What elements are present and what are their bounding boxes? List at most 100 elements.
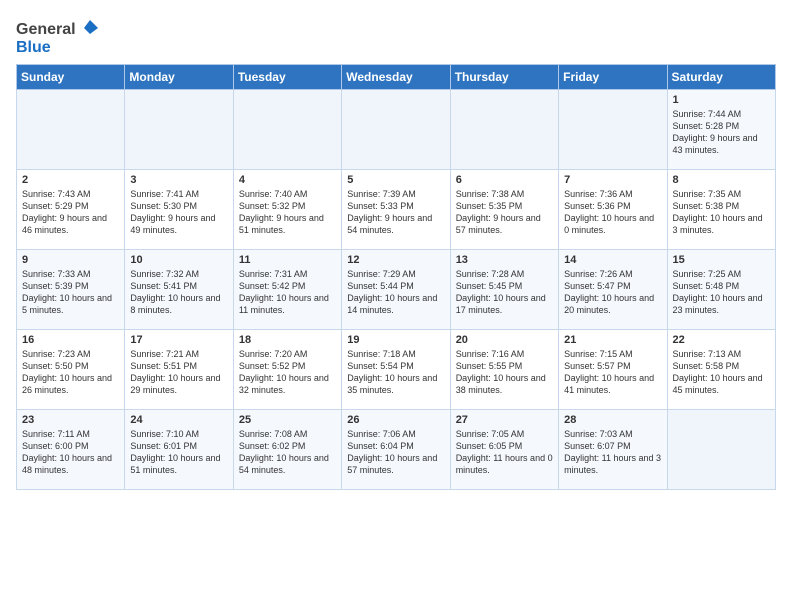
- calendar-cell: 6 Sunrise: 7:38 AM Sunset: 5:35 PM Daylig…: [450, 170, 558, 250]
- day-info: Sunrise: 7:36 AM Sunset: 5:36 PM Dayligh…: [564, 188, 661, 237]
- calendar-cell: [17, 90, 125, 170]
- day-info: Sunrise: 7:13 AM Sunset: 5:58 PM Dayligh…: [673, 348, 770, 397]
- day-info: Sunrise: 7:32 AM Sunset: 5:41 PM Dayligh…: [130, 268, 227, 317]
- day-info: Sunrise: 7:43 AM Sunset: 5:29 PM Dayligh…: [22, 188, 119, 237]
- calendar-cell: [559, 90, 667, 170]
- calendar-cell: 14 Sunrise: 7:26 AM Sunset: 5:47 PM Dayli…: [559, 250, 667, 330]
- weekday-header-wednesday: Wednesday: [342, 65, 450, 90]
- calendar-cell: 28Sunrise: 7:03 AM Sunset: 6:07 PM Dayli…: [559, 410, 667, 490]
- day-info: Sunrise: 7:06 AM Sunset: 6:04 PM Dayligh…: [347, 428, 444, 477]
- calendar-cell: 2 Sunrise: 7:43 AM Sunset: 5:29 PM Daylig…: [17, 170, 125, 250]
- calendar-cell: [342, 90, 450, 170]
- day-number: 20: [456, 334, 553, 346]
- calendar-cell: 13 Sunrise: 7:28 AM Sunset: 5:45 PM Dayli…: [450, 250, 558, 330]
- logo-svg: General Blue: [16, 16, 98, 58]
- calendar-cell: 10 Sunrise: 7:32 AM Sunset: 5:41 PM Dayli…: [125, 250, 233, 330]
- day-number: 6: [456, 174, 553, 186]
- day-number: 5: [347, 174, 444, 186]
- day-number: 1: [673, 94, 770, 106]
- calendar-cell: 3 Sunrise: 7:41 AM Sunset: 5:30 PM Daylig…: [125, 170, 233, 250]
- day-info: Sunrise: 7:35 AM Sunset: 5:38 PM Dayligh…: [673, 188, 770, 237]
- day-info: Sunrise: 7:28 AM Sunset: 5:45 PM Dayligh…: [456, 268, 553, 317]
- calendar-cell: [667, 410, 775, 490]
- calendar-cell: [450, 90, 558, 170]
- day-number: 18: [239, 334, 336, 346]
- day-number: 28: [564, 414, 661, 426]
- calendar-table: SundayMondayTuesdayWednesdayThursdayFrid…: [16, 64, 776, 490]
- day-number: 22: [673, 334, 770, 346]
- day-info: Sunrise: 7:39 AM Sunset: 5:33 PM Dayligh…: [347, 188, 444, 237]
- day-number: 26: [347, 414, 444, 426]
- day-info: Sunrise: 7:26 AM Sunset: 5:47 PM Dayligh…: [564, 268, 661, 317]
- day-info: Sunrise: 7:31 AM Sunset: 5:42 PM Dayligh…: [239, 268, 336, 317]
- calendar-cell: 24 Sunrise: 7:10 AM Sunset: 6:01 PM Dayli…: [125, 410, 233, 490]
- weekday-header-monday: Monday: [125, 65, 233, 90]
- day-number: 27: [456, 414, 553, 426]
- day-info: Sunrise: 7:05 AM Sunset: 6:05 PM Dayligh…: [456, 428, 553, 477]
- calendar-cell: 9Sunrise: 7:33 AM Sunset: 5:39 PM Daylig…: [17, 250, 125, 330]
- day-number: 11: [239, 254, 336, 266]
- calendar-week-4: 16 Sunrise: 7:23 AM Sunset: 5:50 PM Dayli…: [17, 330, 776, 410]
- day-info: Sunrise: 7:18 AM Sunset: 5:54 PM Dayligh…: [347, 348, 444, 397]
- calendar-cell: 17 Sunrise: 7:21 AM Sunset: 5:51 PM Dayli…: [125, 330, 233, 410]
- day-info: Sunrise: 7:38 AM Sunset: 5:35 PM Dayligh…: [456, 188, 553, 237]
- day-number: 17: [130, 334, 227, 346]
- weekday-header-row: SundayMondayTuesdayWednesdayThursdayFrid…: [17, 65, 776, 90]
- calendar-cell: 20Sunrise: 7:16 AM Sunset: 5:55 PM Dayli…: [450, 330, 558, 410]
- day-info: Sunrise: 7:41 AM Sunset: 5:30 PM Dayligh…: [130, 188, 227, 237]
- calendar-cell: 18 Sunrise: 7:20 AM Sunset: 5:52 PM Dayli…: [233, 330, 341, 410]
- calendar-cell: 12 Sunrise: 7:29 AM Sunset: 5:44 PM Dayli…: [342, 250, 450, 330]
- day-number: 7: [564, 174, 661, 186]
- calendar-cell: 8 Sunrise: 7:35 AM Sunset: 5:38 PM Daylig…: [667, 170, 775, 250]
- calendar-cell: [125, 90, 233, 170]
- day-number: 10: [130, 254, 227, 266]
- day-number: 4: [239, 174, 336, 186]
- day-number: 21: [564, 334, 661, 346]
- calendar-cell: 11 Sunrise: 7:31 AM Sunset: 5:42 PM Dayli…: [233, 250, 341, 330]
- day-info: Sunrise: 7:33 AM Sunset: 5:39 PM Dayligh…: [22, 268, 119, 317]
- day-info: Sunrise: 7:21 AM Sunset: 5:51 PM Dayligh…: [130, 348, 227, 397]
- day-number: 25: [239, 414, 336, 426]
- day-info: Sunrise: 7:20 AM Sunset: 5:52 PM Dayligh…: [239, 348, 336, 397]
- calendar-week-5: 23Sunrise: 7:11 AM Sunset: 6:00 PM Dayli…: [17, 410, 776, 490]
- day-info: Sunrise: 7:25 AM Sunset: 5:48 PM Dayligh…: [673, 268, 770, 317]
- day-info: Sunrise: 7:15 AM Sunset: 5:57 PM Dayligh…: [564, 348, 661, 397]
- calendar-cell: 22 Sunrise: 7:13 AM Sunset: 5:58 PM Dayli…: [667, 330, 775, 410]
- calendar-cell: 7 Sunrise: 7:36 AM Sunset: 5:36 PM Daylig…: [559, 170, 667, 250]
- day-info: Sunrise: 7:40 AM Sunset: 5:32 PM Dayligh…: [239, 188, 336, 237]
- day-number: 24: [130, 414, 227, 426]
- day-number: 19: [347, 334, 444, 346]
- calendar-cell: 1 Sunrise: 7:44 AM Sunset: 5:28 PM Daylig…: [667, 90, 775, 170]
- day-number: 14: [564, 254, 661, 266]
- day-info: Sunrise: 7:08 AM Sunset: 6:02 PM Dayligh…: [239, 428, 336, 477]
- calendar-cell: [233, 90, 341, 170]
- page-header: General Blue: [16, 16, 776, 58]
- calendar-cell: 16 Sunrise: 7:23 AM Sunset: 5:50 PM Dayli…: [17, 330, 125, 410]
- day-number: 15: [673, 254, 770, 266]
- day-info: Sunrise: 7:29 AM Sunset: 5:44 PM Dayligh…: [347, 268, 444, 317]
- calendar-cell: 5 Sunrise: 7:39 AM Sunset: 5:33 PM Daylig…: [342, 170, 450, 250]
- weekday-header-saturday: Saturday: [667, 65, 775, 90]
- calendar-cell: 19 Sunrise: 7:18 AM Sunset: 5:54 PM Dayli…: [342, 330, 450, 410]
- day-number: 3: [130, 174, 227, 186]
- calendar-cell: 4 Sunrise: 7:40 AM Sunset: 5:32 PM Daylig…: [233, 170, 341, 250]
- calendar-cell: 25 Sunrise: 7:08 AM Sunset: 6:02 PM Dayli…: [233, 410, 341, 490]
- svg-text:Blue: Blue: [16, 39, 51, 56]
- day-info: Sunrise: 7:10 AM Sunset: 6:01 PM Dayligh…: [130, 428, 227, 477]
- weekday-header-friday: Friday: [559, 65, 667, 90]
- day-info: Sunrise: 7:44 AM Sunset: 5:28 PM Dayligh…: [673, 108, 770, 157]
- weekday-header-thursday: Thursday: [450, 65, 558, 90]
- day-number: 8: [673, 174, 770, 186]
- day-number: 16: [22, 334, 119, 346]
- logo: General Blue: [16, 16, 98, 58]
- calendar-cell: 27 Sunrise: 7:05 AM Sunset: 6:05 PM Dayli…: [450, 410, 558, 490]
- day-number: 13: [456, 254, 553, 266]
- weekday-header-sunday: Sunday: [17, 65, 125, 90]
- day-info: Sunrise: 7:11 AM Sunset: 6:00 PM Dayligh…: [22, 428, 119, 477]
- day-info: Sunrise: 7:23 AM Sunset: 5:50 PM Dayligh…: [22, 348, 119, 397]
- calendar-week-2: 2 Sunrise: 7:43 AM Sunset: 5:29 PM Daylig…: [17, 170, 776, 250]
- day-number: 2: [22, 174, 119, 186]
- day-number: 12: [347, 254, 444, 266]
- calendar-cell: 15 Sunrise: 7:25 AM Sunset: 5:48 PM Dayli…: [667, 250, 775, 330]
- weekday-header-tuesday: Tuesday: [233, 65, 341, 90]
